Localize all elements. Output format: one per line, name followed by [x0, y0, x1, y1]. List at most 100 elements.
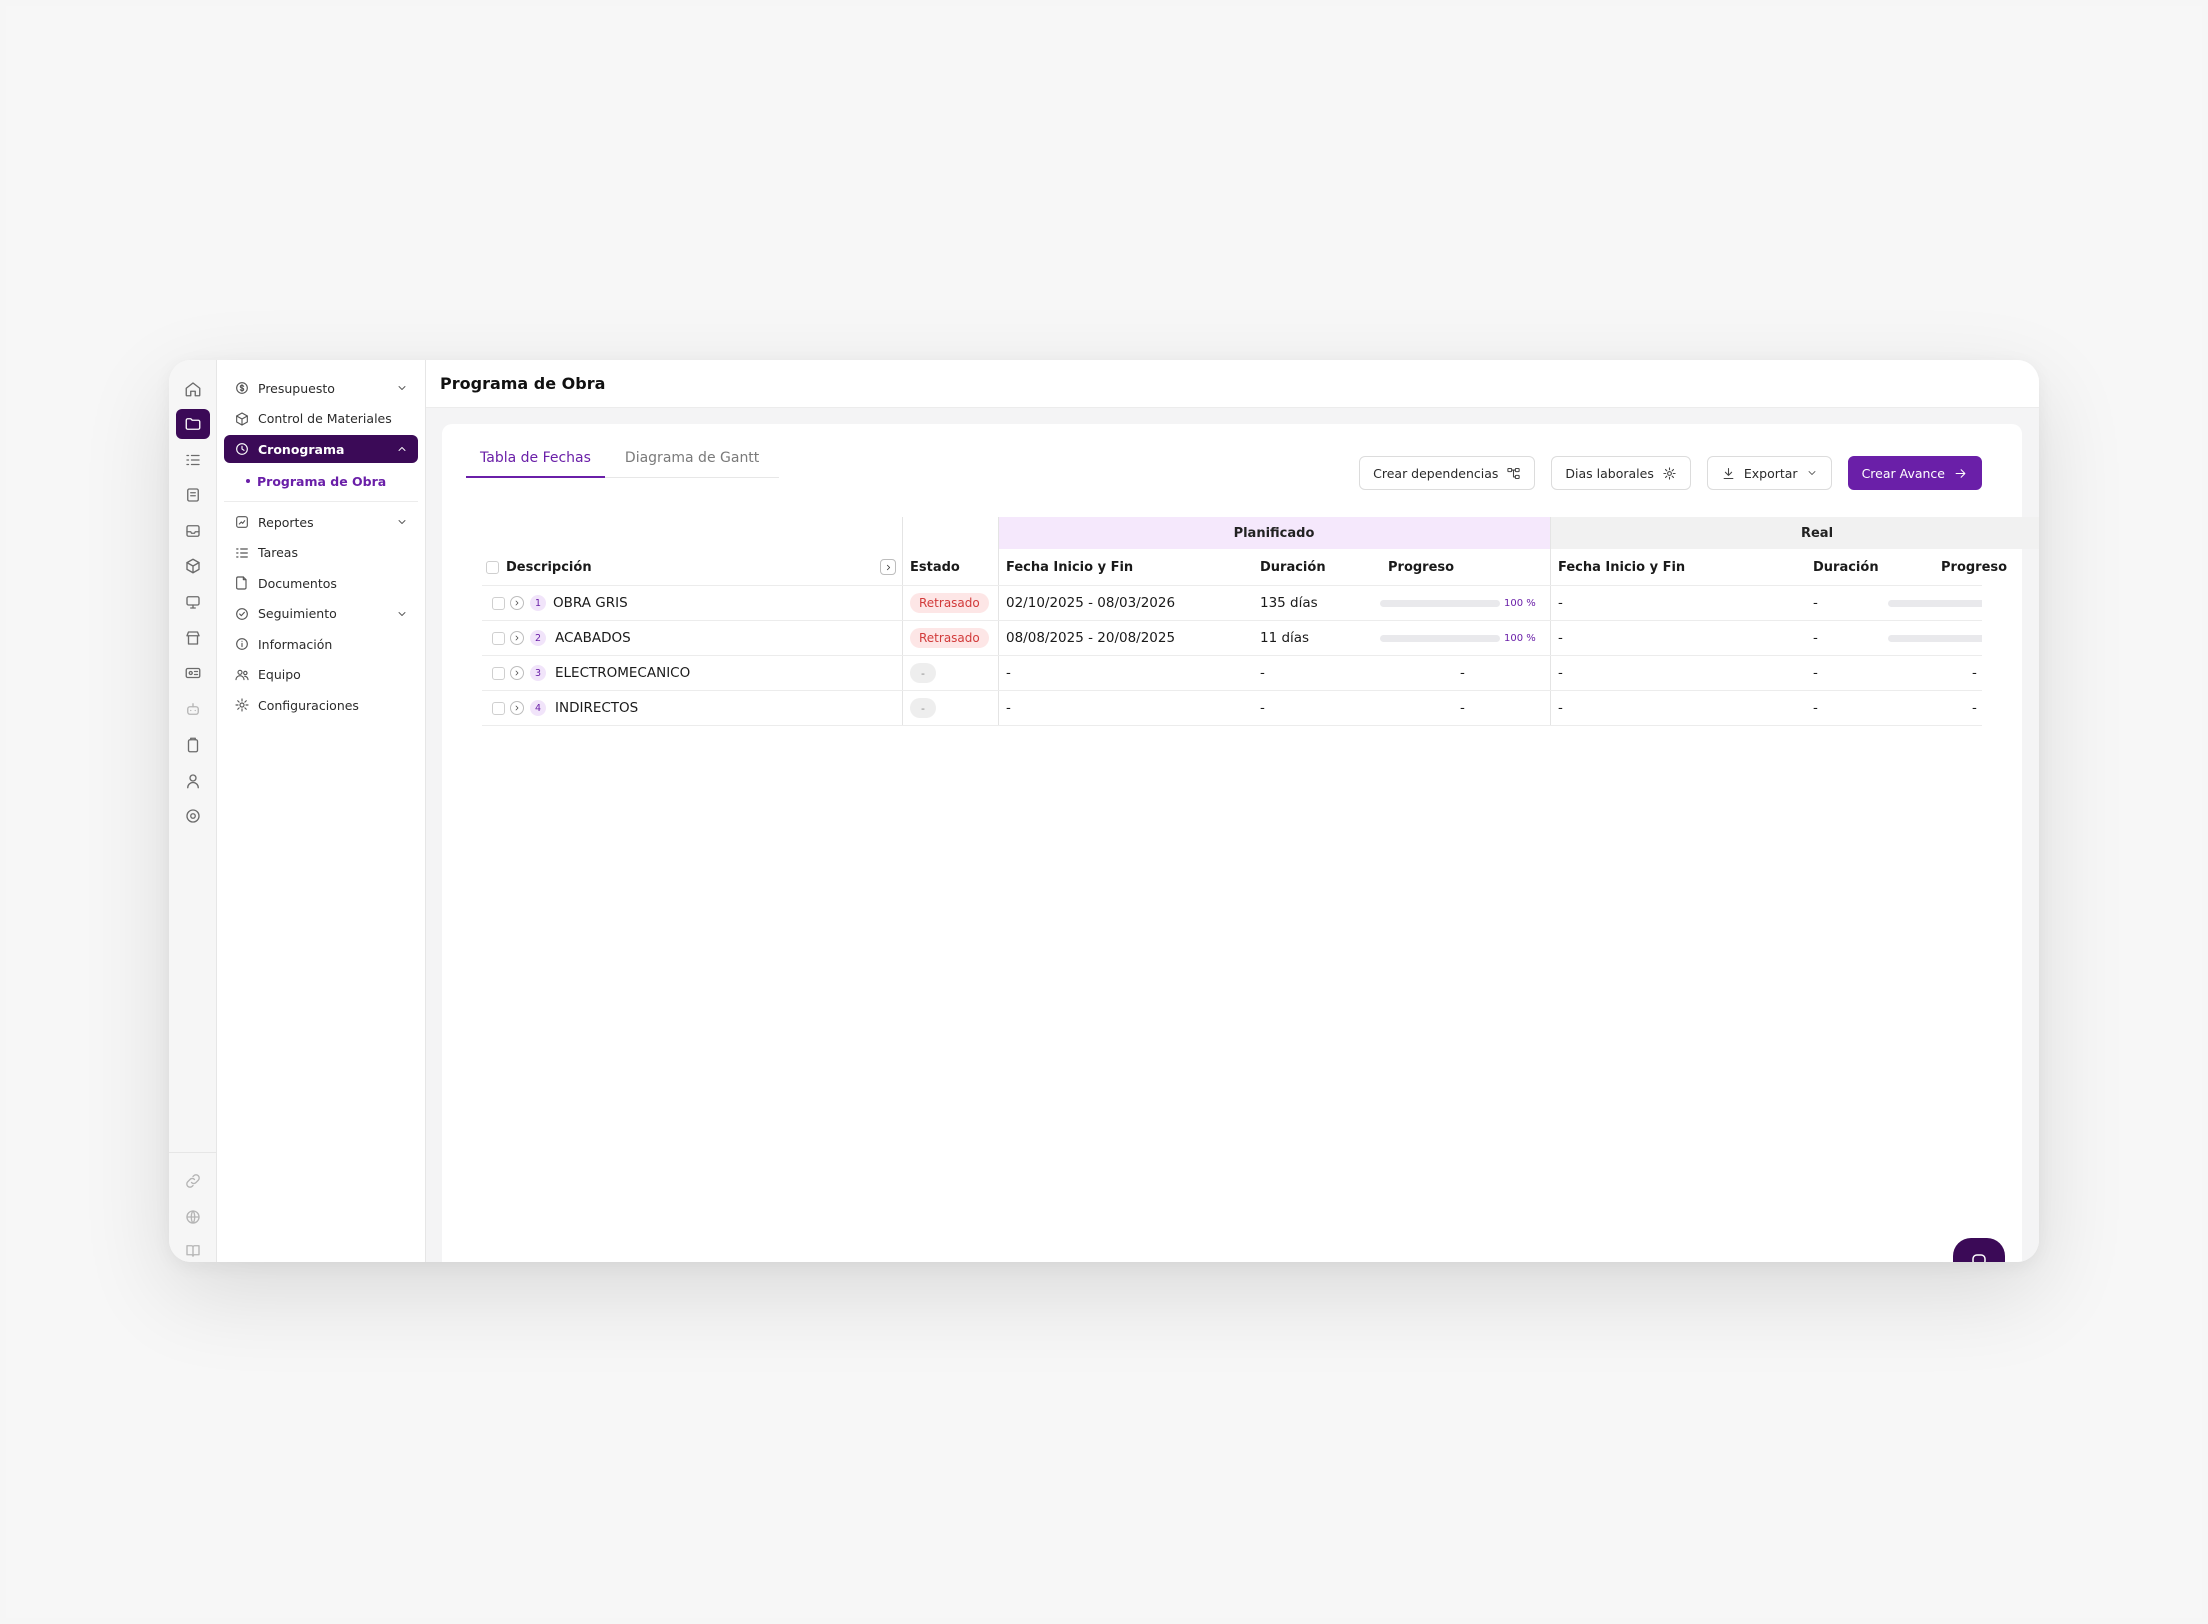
list-icon	[234, 545, 250, 561]
chevron-right-icon	[510, 666, 524, 680]
workdays-button[interactable]: Dias laborales	[1551, 456, 1691, 490]
real-progress: -	[1972, 665, 1977, 681]
dollar-circle-icon	[234, 380, 250, 396]
content-card: Tabla de Fechas Diagrama de Gantt Crear …	[442, 424, 2039, 1262]
nav-sub-programa-obra[interactable]: Programa de Obra	[224, 467, 418, 495]
plan-duration: -	[1260, 700, 1265, 716]
robot-icon[interactable]	[176, 694, 210, 724]
nav-item-tareas[interactable]: Tareas	[224, 539, 418, 567]
row-checkbox[interactable]	[492, 586, 505, 620]
select-all-checkbox[interactable]	[486, 560, 499, 574]
nav-item-label: Control de Materiales	[258, 411, 392, 426]
real-duration: -	[1813, 700, 1818, 716]
chevron-down-icon	[396, 382, 408, 394]
chat-button[interactable]	[1953, 1238, 2005, 1262]
nav-item-configuraciones[interactable]: Configuraciones	[224, 691, 418, 719]
nav-item-control-materiales[interactable]: Control de Materiales	[224, 405, 418, 433]
nav-item-label: Seguimiento	[258, 606, 337, 621]
column-divider	[1550, 517, 1551, 725]
store-icon[interactable]	[176, 623, 210, 653]
cube-icon[interactable]	[176, 551, 210, 581]
real-duration: -	[1813, 665, 1818, 681]
plan-dates: 08/08/2025 - 20/08/2025	[1006, 630, 1176, 646]
info-icon	[234, 636, 250, 652]
chevron-down-icon	[396, 608, 408, 620]
header-real-progress: Progreso	[1941, 559, 2008, 575]
row-number: 2	[530, 621, 546, 655]
nav-item-seguimiento[interactable]: Seguimiento	[224, 600, 418, 628]
nav-item-informacion[interactable]: Información	[224, 630, 418, 658]
header-status: Estado	[910, 559, 960, 575]
nav-item-cronograma[interactable]: Cronograma	[224, 435, 418, 463]
clipboard-icon[interactable]	[176, 730, 210, 760]
nav-item-equipo[interactable]: Equipo	[224, 661, 418, 689]
page-title: Programa de Obra	[426, 360, 2039, 408]
box-icon	[234, 411, 250, 427]
chevron-right-icon	[880, 559, 896, 575]
create-dependencies-button[interactable]: Crear dependencias	[1359, 456, 1536, 490]
tab-tabla-fechas[interactable]: Tabla de Fechas	[466, 450, 605, 478]
row-description: ACABADOS	[555, 630, 631, 646]
row-divider	[482, 620, 1982, 621]
row-expand-button[interactable]	[510, 586, 524, 620]
column-divider	[902, 517, 903, 725]
gear-icon	[234, 697, 250, 713]
status-badge: -	[910, 691, 936, 725]
book-icon[interactable]	[176, 1236, 210, 1262]
home-icon[interactable]	[176, 374, 210, 404]
row-checkbox[interactable]	[492, 691, 505, 725]
plan-progress: 100 %	[1380, 586, 1536, 620]
real-dates: -	[1558, 665, 1563, 681]
row-checkbox[interactable]	[492, 621, 505, 655]
plan-progress: -	[1460, 665, 1465, 681]
progress-bar	[1888, 599, 1982, 607]
nav-item-label: Cronograma	[258, 441, 345, 457]
row-description: OBRA GRIS	[553, 595, 628, 611]
chevron-right-icon	[510, 596, 524, 610]
chat-icon	[1972, 1254, 1986, 1262]
inbox-icon[interactable]	[176, 516, 210, 546]
real-progress	[1888, 621, 1982, 655]
progress-bar	[1380, 634, 1500, 642]
tab-diagrama-gantt[interactable]: Diagrama de Gantt	[611, 450, 773, 477]
checklist-icon[interactable]	[176, 445, 210, 475]
row-expand-button[interactable]	[510, 621, 524, 655]
header-plan-duration: Duración	[1260, 559, 1326, 575]
nav-item-documentos[interactable]: Documentos	[224, 569, 418, 597]
monitor-icon[interactable]	[176, 587, 210, 617]
plan-dates: -	[1006, 700, 1011, 716]
row-expand-button[interactable]	[510, 691, 524, 725]
chevron-right-icon	[510, 631, 524, 645]
row-divider	[482, 655, 1982, 656]
chevron-down-icon	[396, 516, 408, 528]
row-checkbox[interactable]	[492, 656, 505, 690]
nav-item-label: Tareas	[258, 545, 298, 560]
projects-folder-icon[interactable]	[176, 409, 210, 439]
nav-item-presupuesto[interactable]: Presupuesto	[224, 374, 418, 402]
plan-dates: 02/10/2025 - 08/03/2026	[1006, 595, 1176, 611]
row-number: 3	[530, 656, 546, 690]
folder-icon	[234, 575, 250, 591]
settings-icon[interactable]	[176, 801, 210, 831]
link-icon[interactable]	[176, 1166, 210, 1196]
create-progress-button[interactable]: Crear Avance	[1847, 456, 1982, 490]
user-icon[interactable]	[176, 766, 210, 796]
expand-all-button[interactable]	[880, 549, 896, 585]
button-label: Crear dependencias	[1373, 465, 1499, 481]
header-plan-progress: Progreso	[1388, 559, 1455, 575]
gear-icon	[1663, 466, 1676, 480]
export-button[interactable]: Exportar	[1706, 456, 1832, 490]
button-label: Crear Avance	[1861, 465, 1945, 481]
icon-rail	[169, 360, 217, 1262]
id-card-icon[interactable]	[176, 658, 210, 688]
progress-bar	[1888, 634, 1982, 642]
plan-progress: 100 %	[1380, 621, 1536, 655]
globe-icon[interactable]	[176, 1202, 210, 1232]
chevron-down-icon	[1808, 471, 1816, 475]
hierarchy-icon	[1507, 467, 1521, 479]
nav-divider	[224, 501, 418, 502]
row-divider	[482, 725, 1982, 726]
nav-item-reportes[interactable]: Reportes	[224, 508, 418, 536]
notes-icon[interactable]	[176, 480, 210, 510]
row-expand-button[interactable]	[510, 656, 524, 690]
